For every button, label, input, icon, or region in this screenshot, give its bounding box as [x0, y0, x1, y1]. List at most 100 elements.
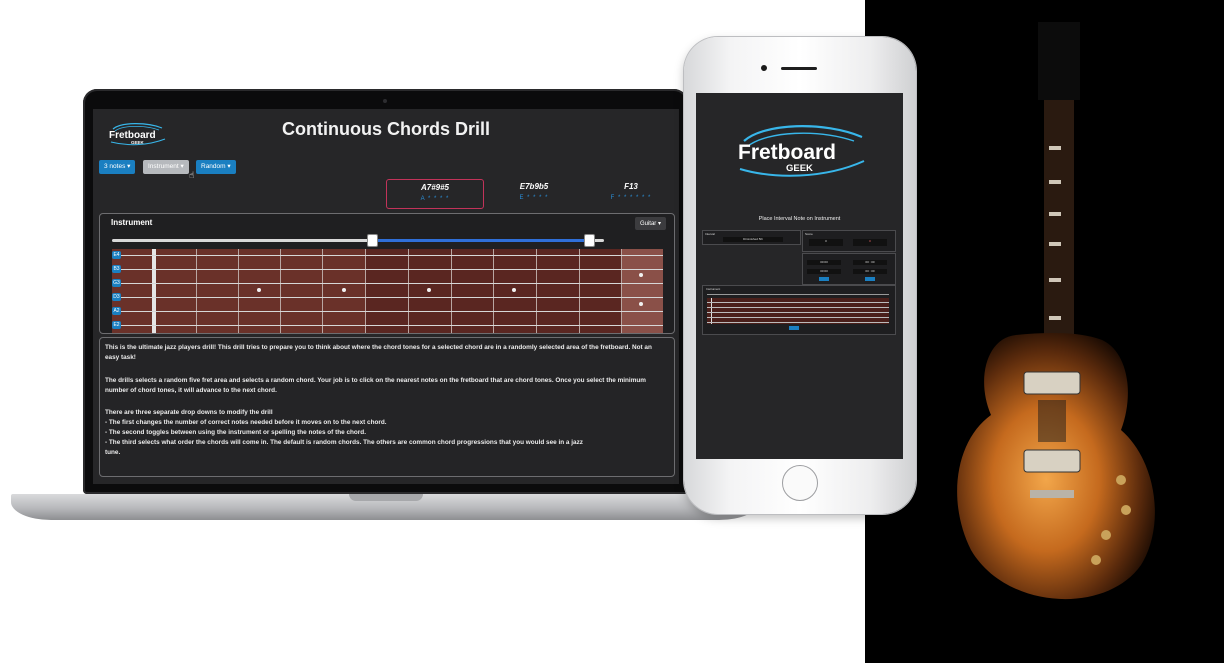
score-correct: 0 — [809, 239, 843, 246]
fret-line — [365, 249, 366, 333]
start-button[interactable] — [819, 277, 829, 281]
fret-line — [280, 249, 281, 333]
fret-line — [196, 249, 197, 333]
string-line — [112, 283, 663, 284]
description-p3-line4: tune. — [105, 449, 121, 456]
nut — [152, 249, 156, 333]
string-line — [112, 325, 663, 326]
guitar-image — [957, 22, 1155, 600]
description-p3-line1: - The first changes the number of correc… — [105, 419, 387, 426]
page-title: Continuous Chords Drill — [282, 119, 490, 139]
phone-instrument-panel: Instrument — [702, 285, 896, 335]
order-dropdown[interactable]: Random ▾ — [196, 160, 236, 174]
score-wrong: 0 — [853, 239, 887, 246]
order-label: Random — [201, 163, 226, 170]
stop-button[interactable] — [865, 277, 875, 281]
instrument-select-label: Guitar — [639, 221, 657, 227]
string-line — [112, 255, 663, 256]
fret-marker-dot — [427, 288, 431, 292]
phone-instrument-label: Instrument — [706, 287, 721, 291]
laptop-lid: Fretboard GEEK Continuous Chords Drill 3… — [83, 89, 688, 494]
chord-name: A7#9#5 — [420, 183, 450, 192]
logo-sub: GEEK — [786, 163, 813, 174]
interval-value: Diminished 5th — [723, 237, 783, 242]
string-label: A2 — [112, 307, 121, 315]
fret-marker-dot — [639, 273, 643, 277]
mode-dropdown[interactable]: Instrument ▾ — [143, 160, 189, 174]
timer-b: 00 : 00 — [853, 260, 887, 265]
phone-screen: Fretboard GEEK Place Interval Note on In… — [696, 93, 903, 459]
slider-handle-low[interactable] — [367, 234, 378, 247]
timer-panel: 00:00 00 : 00 00:00 00 : 00 — [802, 253, 896, 285]
phone-string — [707, 317, 889, 318]
description-p3-line2: - The second toggles between using the i… — [105, 429, 366, 436]
timer-c: 00:00 — [807, 269, 841, 274]
interval-panel: Interval Diminished 5th — [702, 230, 801, 245]
chord-card-2[interactable]: E7b9b5 E * * * * — [486, 179, 582, 207]
chord-notes: E * * * * — [519, 195, 549, 201]
fret-line — [493, 249, 494, 333]
string-line — [112, 269, 663, 270]
chord-card-1[interactable]: A7#9#5 A * * * * — [386, 179, 484, 209]
fretboard-edge-area — [621, 249, 663, 333]
hand-cursor-icon: ☝ — [189, 171, 195, 181]
phone-camera — [761, 65, 767, 71]
fret-line — [579, 249, 580, 333]
instrument-select[interactable]: Guitar ▾ — [634, 217, 666, 230]
home-button[interactable] — [782, 465, 818, 501]
fret-marker-dot — [512, 288, 516, 292]
description-p1: This is the ultimate jazz players drill!… — [105, 344, 652, 361]
laptop-notch — [349, 494, 423, 501]
fret-line — [536, 249, 537, 333]
phone-string — [707, 302, 889, 303]
chord-name: F13 — [624, 182, 638, 191]
string-line — [112, 311, 663, 312]
description-p2: The drills selects a random five fret ar… — [105, 377, 646, 394]
phone-string — [707, 312, 889, 313]
string-label: E2 — [112, 321, 121, 329]
description-p3-head: There are three separate drop downs to m… — [105, 409, 273, 416]
fret-marker-dot — [342, 288, 346, 292]
phone-slider[interactable] — [707, 294, 889, 295]
chord-notes: A * * * * — [420, 196, 450, 202]
notes-count-label: 3 notes — [104, 163, 126, 170]
score-label: Score — [805, 232, 813, 236]
score-panel: Score 0 0 — [802, 230, 896, 252]
timer-a: 00:00 — [807, 260, 841, 265]
slider-handle-high[interactable] — [584, 234, 595, 247]
instrument-title: Instrument — [111, 218, 153, 227]
instrument-card: Instrument Guitar ▾ E4 B3 G3 D3 A2 E2 — [99, 213, 675, 334]
laptop-base — [11, 494, 759, 520]
fretboard-geek-logo[interactable]: Fretboard GEEK — [734, 121, 868, 179]
string-line — [112, 297, 663, 298]
phone-next-button[interactable] — [789, 326, 799, 330]
chord-card-3[interactable]: F13 F * * * * * * — [583, 179, 679, 207]
timer-d: 00 : 00 — [853, 269, 887, 274]
description-p3-line3: - The third selects what order the chord… — [105, 439, 583, 446]
fret-line — [408, 249, 409, 333]
fret-marker-dot — [257, 288, 261, 292]
phone-speaker — [781, 67, 817, 70]
fret-line — [238, 249, 239, 333]
string-label: B3 — [112, 265, 121, 273]
phone-fretboard[interactable] — [707, 298, 889, 324]
logo-word: Fretboard — [738, 141, 836, 164]
phone-string — [707, 307, 889, 308]
fret-line — [451, 249, 452, 333]
interval-label: Interval — [705, 232, 715, 236]
notes-count-dropdown[interactable]: 3 notes ▾ — [99, 160, 136, 174]
laptop-camera — [383, 99, 387, 103]
chord-name: E7b9b5 — [519, 182, 549, 191]
fret-range-fill — [372, 239, 589, 242]
string-label: E4 — [112, 251, 121, 259]
description-card: This is the ultimate jazz players drill!… — [99, 337, 675, 477]
phone-string — [707, 322, 889, 323]
mode-label: Instrument — [148, 163, 179, 170]
string-label: G3 — [112, 279, 121, 287]
phone-page-title: Place Interval Note on Instrument — [758, 216, 841, 222]
phone: Fretboard GEEK Place Interval Note on In… — [684, 37, 916, 514]
string-label: D3 — [112, 293, 121, 301]
fret-marker-dot — [639, 302, 643, 306]
fretboard[interactable]: E4 B3 G3 D3 A2 E2 — [112, 249, 663, 333]
fret-line — [621, 249, 622, 333]
